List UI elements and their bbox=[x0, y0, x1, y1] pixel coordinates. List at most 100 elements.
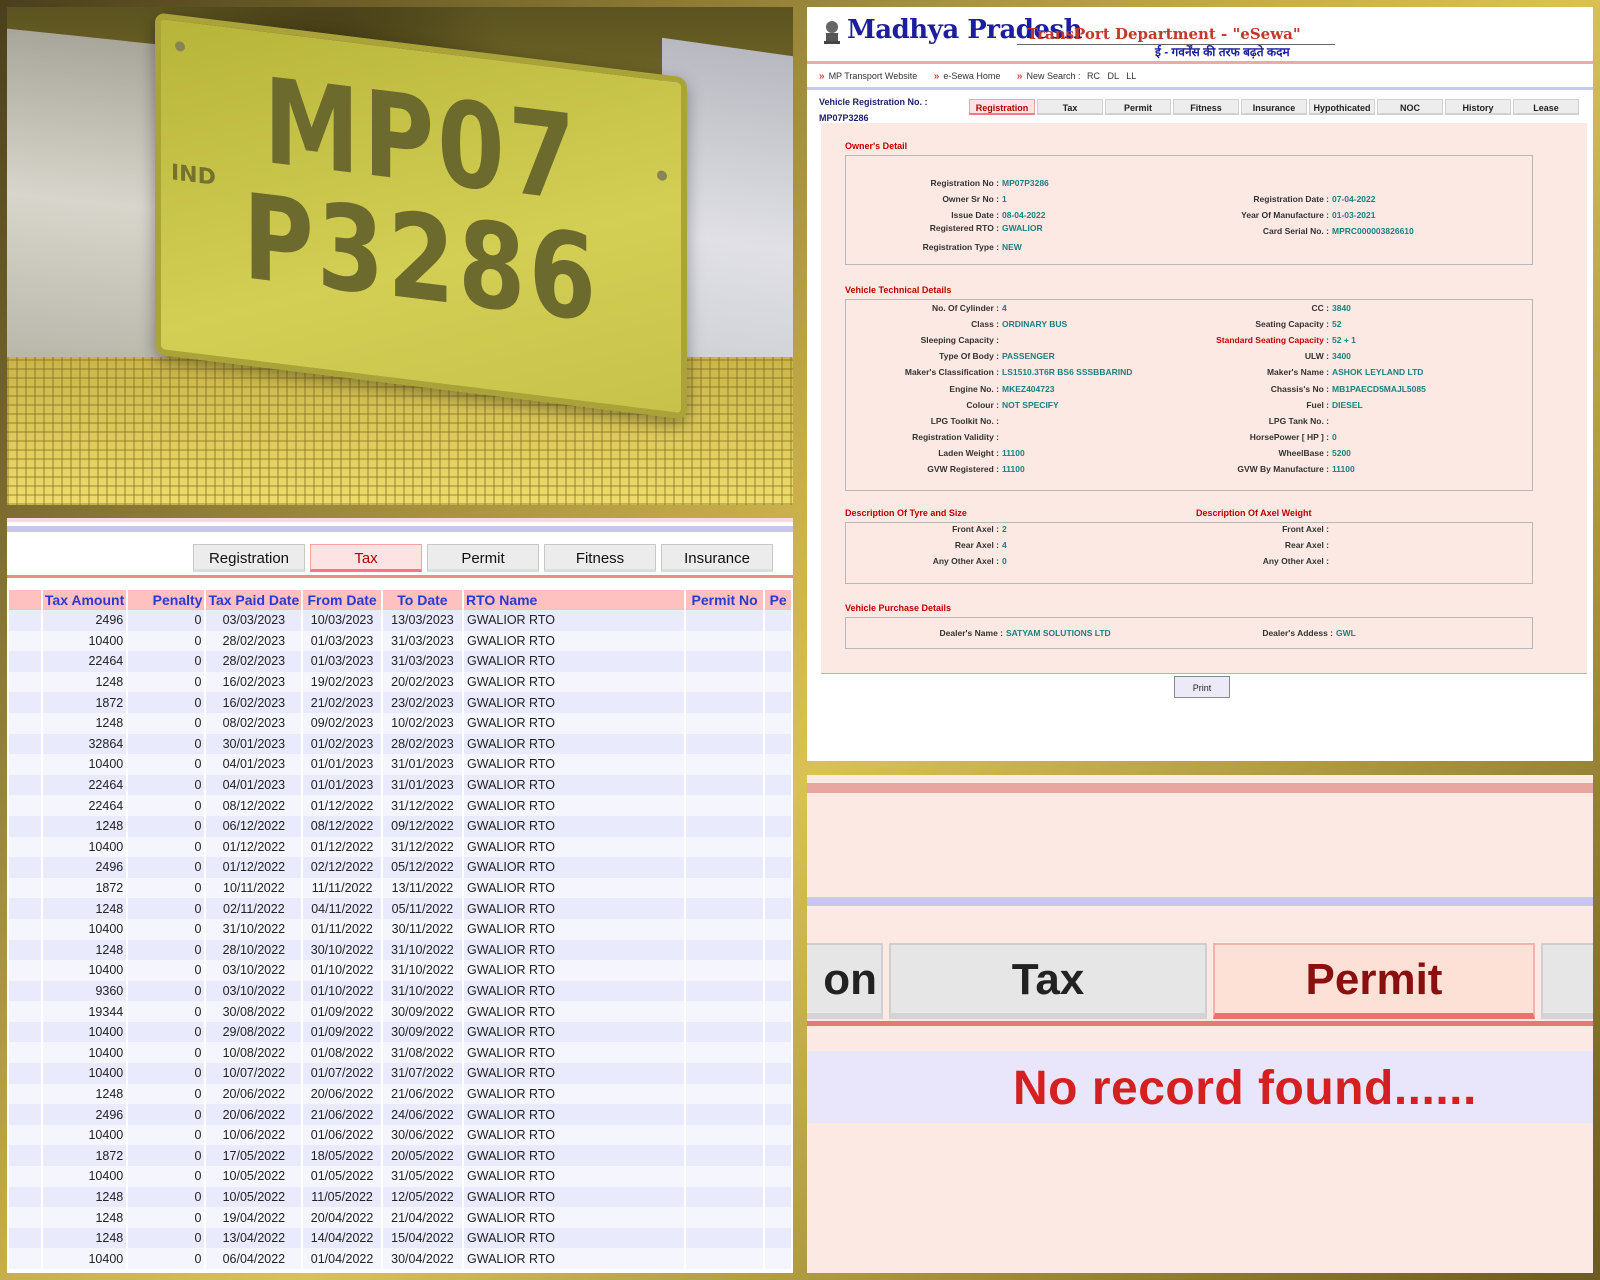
tab-lease[interactable]: Lease bbox=[1513, 99, 1579, 115]
tab-fitness-partial[interactable] bbox=[1541, 943, 1593, 1019]
tab-registration[interactable]: Registration bbox=[969, 99, 1035, 115]
table-cell: 01/12/2022 bbox=[206, 836, 302, 858]
table-cell bbox=[9, 1166, 41, 1187]
nav-link-rc[interactable]: RC bbox=[1087, 71, 1100, 81]
field-label: Registration Type : bbox=[922, 242, 999, 252]
tab-insurance[interactable]: Insurance bbox=[1241, 99, 1307, 115]
tab-permit[interactable]: Permit bbox=[427, 544, 539, 572]
field-label: Seating Capacity : bbox=[1255, 319, 1329, 330]
table-cell: 19344 bbox=[42, 1001, 127, 1022]
field-row: Maker's Classification : LS1510.3T6R BS6 … bbox=[877, 367, 1133, 377]
table-cell: GWALIOR RTO bbox=[464, 1227, 684, 1249]
field-label: Engine No. : bbox=[949, 383, 999, 394]
table-row: 10400 0 28/02/2023 01/03/2023 31/03/2023 GWAL… bbox=[9, 630, 791, 652]
table-cell: 28/02/2023 bbox=[206, 651, 302, 672]
table-row: 22464 0 08/12/2022 01/12/2022 31/12/2022 GWAL… bbox=[9, 795, 791, 816]
table-cell: 0 bbox=[128, 857, 205, 878]
tab-insurance[interactable]: Insurance bbox=[661, 544, 773, 572]
field-value: 08-04-2022 bbox=[1002, 210, 1046, 220]
number-plate: IND MP07 P3286 bbox=[155, 12, 687, 420]
table-cell bbox=[765, 1227, 791, 1249]
field-value: ASHOK LEYLAND LTD bbox=[1332, 367, 1424, 378]
table-cell bbox=[685, 960, 764, 981]
table-cell: 10400 bbox=[42, 918, 127, 940]
table-cell: GWALIOR RTO bbox=[464, 1063, 684, 1084]
table-cell bbox=[685, 1207, 764, 1228]
field-label: Owner Sr No : bbox=[942, 194, 999, 204]
field-label: ULW : bbox=[1304, 351, 1329, 362]
print-button[interactable]: Print bbox=[1174, 676, 1230, 698]
table-cell bbox=[765, 980, 791, 1002]
tab-permit[interactable]: Permit bbox=[1105, 99, 1171, 115]
table-cell: 0 bbox=[128, 1001, 205, 1022]
table-cell: 01/02/2023 bbox=[303, 733, 381, 755]
table-cell: 0 bbox=[128, 918, 205, 940]
tab-registration[interactable]: Registration bbox=[193, 544, 305, 572]
table-cell bbox=[765, 918, 791, 940]
field-row: LPG Toolkit No. : bbox=[877, 416, 1002, 426]
plate-number: MP07 P3286 bbox=[208, 52, 634, 349]
tyre-title: Description Of Tyre and Size bbox=[845, 508, 967, 518]
table-row: 22464 0 04/01/2023 01/01/2023 31/01/2023 GWAL… bbox=[9, 774, 791, 796]
table-row: 1872 0 10/11/2022 11/11/2022 13/11/2022 GWALI… bbox=[9, 877, 791, 899]
table-cell: 2496 bbox=[42, 1104, 127, 1125]
table-cell bbox=[685, 1145, 764, 1167]
tab-tax[interactable]: Tax bbox=[889, 943, 1207, 1019]
table-cell: 13/11/2022 bbox=[382, 877, 463, 899]
tab-hypothicated[interactable]: Hypothicated bbox=[1309, 99, 1375, 115]
table-cell bbox=[685, 610, 764, 631]
table-row: 10400 0 31/10/2022 01/11/2022 30/11/2022 GWAL… bbox=[9, 918, 791, 940]
table-cell: 1872 bbox=[42, 692, 127, 713]
tab-fitness[interactable]: Fitness bbox=[544, 544, 656, 572]
field-row: Registered RTO : GWALIOR bbox=[877, 223, 1043, 233]
table-cell: 1248 bbox=[42, 671, 127, 693]
table-cell: 21/06/2022 bbox=[303, 1104, 381, 1125]
field-row: Chassis's No : MB1PAECD5MAJL5085 bbox=[1177, 384, 1426, 394]
nav-link-dl[interactable]: DL bbox=[1108, 71, 1119, 81]
field-row: Registration No : MP07P3286 bbox=[877, 178, 1049, 188]
tab-tax[interactable]: Tax bbox=[1037, 99, 1103, 115]
table-cell bbox=[685, 918, 764, 940]
field-row: Class : ORDINARY BUS bbox=[877, 319, 1067, 329]
nav-link-ll[interactable]: LL bbox=[1126, 71, 1136, 81]
table-cell bbox=[9, 898, 41, 919]
table-cell: 0 bbox=[128, 692, 205, 713]
tab-history[interactable]: History bbox=[1445, 99, 1511, 115]
tab-fitness[interactable]: Fitness bbox=[1173, 99, 1239, 115]
tab-noc[interactable]: NOC bbox=[1377, 99, 1443, 115]
table-cell: 14/04/2022 bbox=[303, 1227, 381, 1249]
field-value: 1 bbox=[1002, 194, 1007, 204]
table-cell: 0 bbox=[128, 651, 205, 672]
table-cell bbox=[9, 815, 41, 837]
table-cell: 0 bbox=[128, 630, 205, 652]
nav-divider bbox=[807, 897, 1593, 906]
tab-permit[interactable]: Permit bbox=[1213, 943, 1535, 1019]
tech-detail-title: Vehicle Technical Details bbox=[845, 285, 952, 295]
table-cell bbox=[685, 1001, 764, 1022]
table-cell: 10400 bbox=[42, 836, 127, 858]
field-label: Type Of Body : bbox=[939, 351, 999, 362]
table-cell: 11/11/2022 bbox=[303, 877, 381, 899]
table-cell: 31/03/2023 bbox=[382, 630, 463, 652]
table-cell bbox=[685, 1083, 764, 1105]
permit-panel: on Tax Permit No record found...... bbox=[807, 775, 1593, 1273]
nav-divider bbox=[807, 87, 1593, 90]
double-chevron-icon: » bbox=[933, 71, 940, 82]
table-cell bbox=[9, 1021, 41, 1043]
table-row: 10400 0 06/04/2022 01/04/2022 30/04/2022 GWAL… bbox=[9, 1248, 791, 1269]
table-row: 32864 0 30/01/2023 01/02/2023 28/02/2023 GWAL… bbox=[9, 733, 791, 755]
tab-tax[interactable]: Tax bbox=[310, 544, 422, 572]
column-header-from-date: From Date bbox=[303, 590, 381, 610]
field-value: 07-04-2022 bbox=[1332, 194, 1376, 204]
table-cell: 10/05/2022 bbox=[206, 1166, 302, 1187]
tab-registration-partial[interactable]: on bbox=[807, 943, 883, 1019]
table-cell: 01/09/2022 bbox=[303, 1021, 381, 1043]
table-cell: 28/02/2023 bbox=[382, 733, 463, 755]
table-cell: 01/05/2022 bbox=[303, 1166, 381, 1187]
table-cell: 0 bbox=[128, 877, 205, 899]
table-cell: 19/02/2023 bbox=[303, 671, 381, 693]
nav-link-esewa-home[interactable]: e-Sewa Home bbox=[943, 71, 1000, 81]
table-cell: GWALIOR RTO bbox=[464, 733, 684, 755]
field-value: 3840 bbox=[1332, 303, 1351, 313]
nav-link-mp-transport[interactable]: MP Transport Website bbox=[829, 71, 918, 81]
